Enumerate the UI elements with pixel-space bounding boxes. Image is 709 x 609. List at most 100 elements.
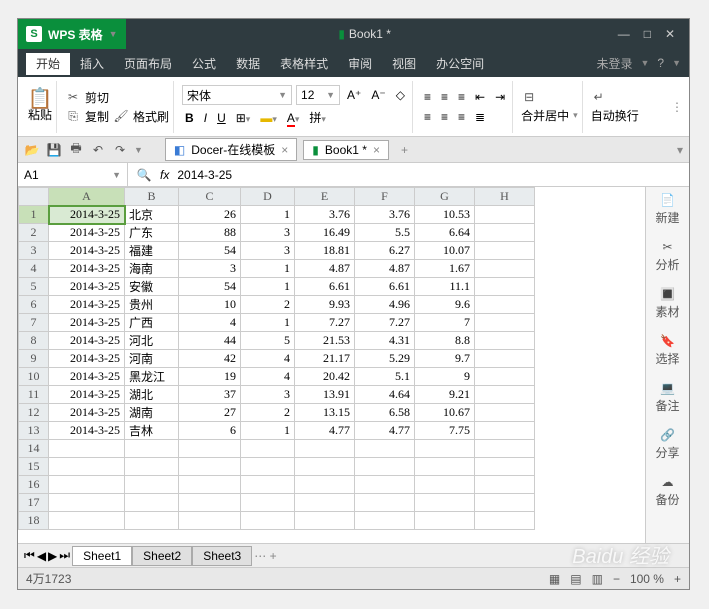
cell-C8[interactable]: 44: [179, 332, 241, 350]
save-icon[interactable]: 💾: [46, 142, 62, 158]
cell-C16[interactable]: [179, 476, 241, 494]
view-page-icon[interactable]: ▤: [570, 572, 581, 586]
cell-A2[interactable]: 2014-3-25: [49, 224, 125, 242]
undo-icon[interactable]: ↶: [90, 142, 106, 158]
print-icon[interactable]: 🖶: [68, 142, 84, 158]
cell-A5[interactable]: 2014-3-25: [49, 278, 125, 296]
minimize-button[interactable]: —: [618, 27, 630, 41]
bold-button[interactable]: B: [182, 109, 197, 127]
cell-F4[interactable]: 4.87: [355, 260, 415, 278]
menu-开始[interactable]: 开始: [26, 53, 70, 75]
cell-D7[interactable]: 1: [241, 314, 295, 332]
fill-color-button[interactable]: ▬▾: [257, 109, 280, 127]
cell-A13[interactable]: 2014-3-25: [49, 422, 125, 440]
row-header-17[interactable]: 17: [19, 494, 49, 512]
row-header-7[interactable]: 7: [19, 314, 49, 332]
cell-E18[interactable]: [295, 512, 355, 530]
align-left-icon[interactable]: ≡: [421, 108, 434, 126]
sidebar-新建[interactable]: 📄新建: [655, 193, 679, 226]
cell-G11[interactable]: 9.21: [415, 386, 475, 404]
cell-G9[interactable]: 9.7: [415, 350, 475, 368]
cell-H9[interactable]: [475, 350, 535, 368]
format-painter-button[interactable]: 格式刷: [133, 108, 169, 125]
cell-B7[interactable]: 广西: [125, 314, 179, 332]
font-color-button[interactable]: A▾: [284, 109, 303, 127]
cell-F12[interactable]: 6.58: [355, 404, 415, 422]
cell-D13[interactable]: 1: [241, 422, 295, 440]
cell-B5[interactable]: 安徽: [125, 278, 179, 296]
cell-G14[interactable]: [415, 440, 475, 458]
paste-button[interactable]: 粘贴: [28, 106, 52, 123]
row-header-16[interactable]: 16: [19, 476, 49, 494]
cell-G8[interactable]: 8.8: [415, 332, 475, 350]
cell-E6[interactable]: 9.93: [295, 296, 355, 314]
cell-B12[interactable]: 湖南: [125, 404, 179, 422]
cell-A9[interactable]: 2014-3-25: [49, 350, 125, 368]
fx-icon[interactable]: fx: [160, 168, 169, 182]
tab-close-icon[interactable]: ×: [281, 143, 288, 157]
cell-B13[interactable]: 吉林: [125, 422, 179, 440]
sidebar-分享[interactable]: 🔗分享: [655, 428, 679, 461]
cell-H2[interactable]: [475, 224, 535, 242]
cell-E16[interactable]: [295, 476, 355, 494]
row-header-6[interactable]: 6: [19, 296, 49, 314]
font-size-select[interactable]: 12▼: [296, 85, 340, 105]
sheet-nav-first-icon[interactable]: ⏮: [24, 548, 35, 563]
formula-input[interactable]: 2014-3-25: [177, 168, 681, 182]
cell-E17[interactable]: [295, 494, 355, 512]
italic-button[interactable]: I: [201, 109, 210, 127]
col-header-A[interactable]: A: [49, 188, 125, 206]
tab-close-icon[interactable]: ×: [373, 143, 380, 157]
cell-H7[interactable]: [475, 314, 535, 332]
login-status[interactable]: 未登录: [596, 55, 632, 72]
open-icon[interactable]: 📂: [24, 142, 40, 158]
cell-E15[interactable]: [295, 458, 355, 476]
cell-D16[interactable]: [241, 476, 295, 494]
paste-icon[interactable]: 📋: [32, 90, 48, 106]
cell-A12[interactable]: 2014-3-25: [49, 404, 125, 422]
menu-公式[interactable]: 公式: [182, 53, 226, 75]
cell-C1[interactable]: 26: [179, 206, 241, 224]
cell-F15[interactable]: [355, 458, 415, 476]
row-header-5[interactable]: 5: [19, 278, 49, 296]
format-painter-icon[interactable]: 🖌: [113, 108, 129, 124]
cell-C13[interactable]: 6: [179, 422, 241, 440]
cell-G18[interactable]: [415, 512, 475, 530]
row-header-3[interactable]: 3: [19, 242, 49, 260]
cell-D9[interactable]: 4: [241, 350, 295, 368]
cell-A11[interactable]: 2014-3-25: [49, 386, 125, 404]
cell-G4[interactable]: 1.67: [415, 260, 475, 278]
cell-H17[interactable]: [475, 494, 535, 512]
cell-C12[interactable]: 27: [179, 404, 241, 422]
cell-C6[interactable]: 10: [179, 296, 241, 314]
sidebar-备注[interactable]: 💻备注: [655, 381, 679, 414]
wrap-icon[interactable]: ↵: [591, 89, 607, 105]
sheet-tab-Sheet1[interactable]: Sheet1: [72, 546, 132, 566]
cell-H6[interactable]: [475, 296, 535, 314]
cell-E5[interactable]: 6.61: [295, 278, 355, 296]
cell-E7[interactable]: 7.27: [295, 314, 355, 332]
cell-B1[interactable]: 北京: [125, 206, 179, 224]
menu-视图[interactable]: 视图: [382, 53, 426, 75]
cell-B2[interactable]: 广东: [125, 224, 179, 242]
cell-A16[interactable]: [49, 476, 125, 494]
cell-B14[interactable]: [125, 440, 179, 458]
cell-H14[interactable]: [475, 440, 535, 458]
cell-C3[interactable]: 54: [179, 242, 241, 260]
maximize-button[interactable]: □: [644, 27, 651, 41]
cell-D15[interactable]: [241, 458, 295, 476]
sheet-nav-last-icon[interactable]: ⏭: [59, 548, 70, 563]
cell-E4[interactable]: 4.87: [295, 260, 355, 278]
cell-D17[interactable]: [241, 494, 295, 512]
menu-审阅[interactable]: 审阅: [338, 53, 382, 75]
cell-G5[interactable]: 11.1: [415, 278, 475, 296]
merge-button[interactable]: 合并居中: [521, 107, 569, 124]
cell-E8[interactable]: 21.53: [295, 332, 355, 350]
col-header-E[interactable]: E: [295, 188, 355, 206]
sidebar-备份[interactable]: ☁备份: [655, 475, 679, 508]
cell-C15[interactable]: [179, 458, 241, 476]
spreadsheet-grid[interactable]: ABCDEFGH12014-3-25北京2613.763.7610.532201…: [18, 187, 645, 543]
sheet-nav-prev-icon[interactable]: ◀: [37, 549, 46, 563]
cell-E3[interactable]: 18.81: [295, 242, 355, 260]
cell-G13[interactable]: 7.75: [415, 422, 475, 440]
